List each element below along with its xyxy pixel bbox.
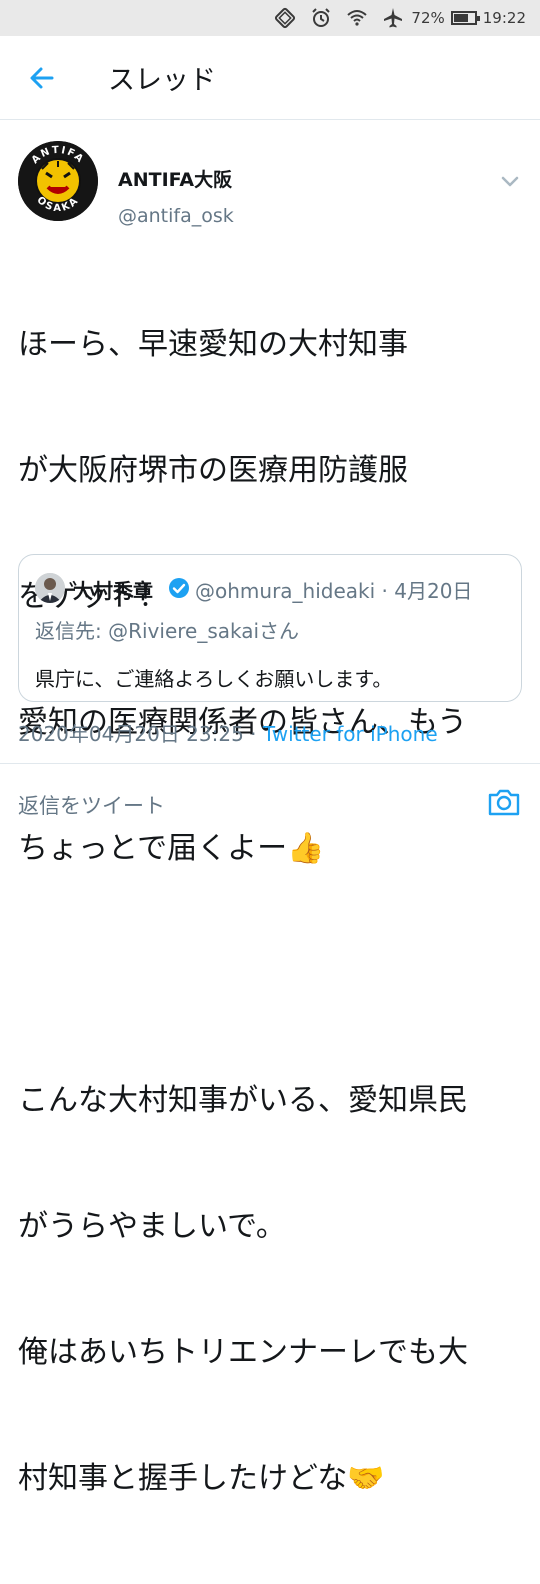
clock: 19:22 <box>482 9 526 27</box>
camera-icon[interactable] <box>486 784 522 820</box>
reply-input[interactable]: 返信をツイート <box>18 790 165 820</box>
author-name[interactable]: ANTIFA大阪 <box>118 165 232 192</box>
tweet-line <box>18 954 523 996</box>
tweet-line: こんな大村知事がいる、愛知県民 <box>18 1083 468 1118</box>
avatar[interactable]: ANTIFA OSAKA <box>18 141 98 221</box>
page-title: スレッド <box>108 65 216 96</box>
handshake-icon: 🤝 <box>347 1461 385 1496</box>
timestamp: 2020年04月20日 23:25 <box>18 722 244 746</box>
back-button[interactable] <box>12 48 72 108</box>
chevron-down-icon[interactable] <box>498 169 522 193</box>
tweet-line: 俺はあいちトリエンナーレでも大 <box>18 1335 468 1370</box>
battery-percent: 72% <box>411 9 445 27</box>
quote-text: 県庁に、ご連絡よろしくお願いします。 <box>35 667 393 691</box>
tweet-line-text: 村知事と握手したけどな <box>18 1461 348 1496</box>
tweet-line: 村知事と握手したけどな🤝 <box>18 1458 523 1500</box>
top-bar: スレッド <box>0 36 540 120</box>
tweet-line: が大阪府堺市の医療用防護服 <box>18 453 408 488</box>
tweet-line: ほーら、早速愛知の大村知事 <box>18 327 408 362</box>
quote-handle-date: @ohmura_hideaki · 4月20日 <box>195 579 473 603</box>
source-link[interactable]: Twitter for iPhone <box>263 722 438 746</box>
tweet-meta: 2020年04月20日 23:25 · Twitter for iPhone <box>18 718 438 747</box>
author-row[interactable]: ANTIFA OSAKA ANTIFA大阪 @antifa_osk <box>18 141 528 227</box>
battery-icon <box>450 11 480 25</box>
arrow-left-icon <box>30 67 54 88</box>
meta-separator: · <box>243 722 263 746</box>
verified-badge-icon <box>168 577 190 599</box>
tweet-line: がうらやましいで。 <box>18 1209 286 1244</box>
reply-bar: 返信をツイート <box>0 764 540 840</box>
wifi-icon <box>345 6 369 30</box>
quote-reply-to: 返信先: @Riviere_sakaiさん <box>35 619 300 643</box>
quote-author-name: 大村秀章 <box>73 579 153 603</box>
author-handle[interactable]: @antifa_osk <box>118 205 234 227</box>
quoted-tweet[interactable]: 大村秀章 @ohmura_hideaki · 4月20日 返信先: @Rivie… <box>18 554 522 702</box>
airplane-icon <box>381 6 405 30</box>
tweet-text: ほーら、早速愛知の大村知事 が大阪府堺市の医療用防護服 をゲット！ 愛知の医療関… <box>18 240 523 1584</box>
screen-rotate-icon <box>273 6 297 30</box>
quote-avatar <box>35 573 65 603</box>
alarm-icon <box>309 6 333 30</box>
status-bar: 72% 19:22 <box>0 0 540 36</box>
